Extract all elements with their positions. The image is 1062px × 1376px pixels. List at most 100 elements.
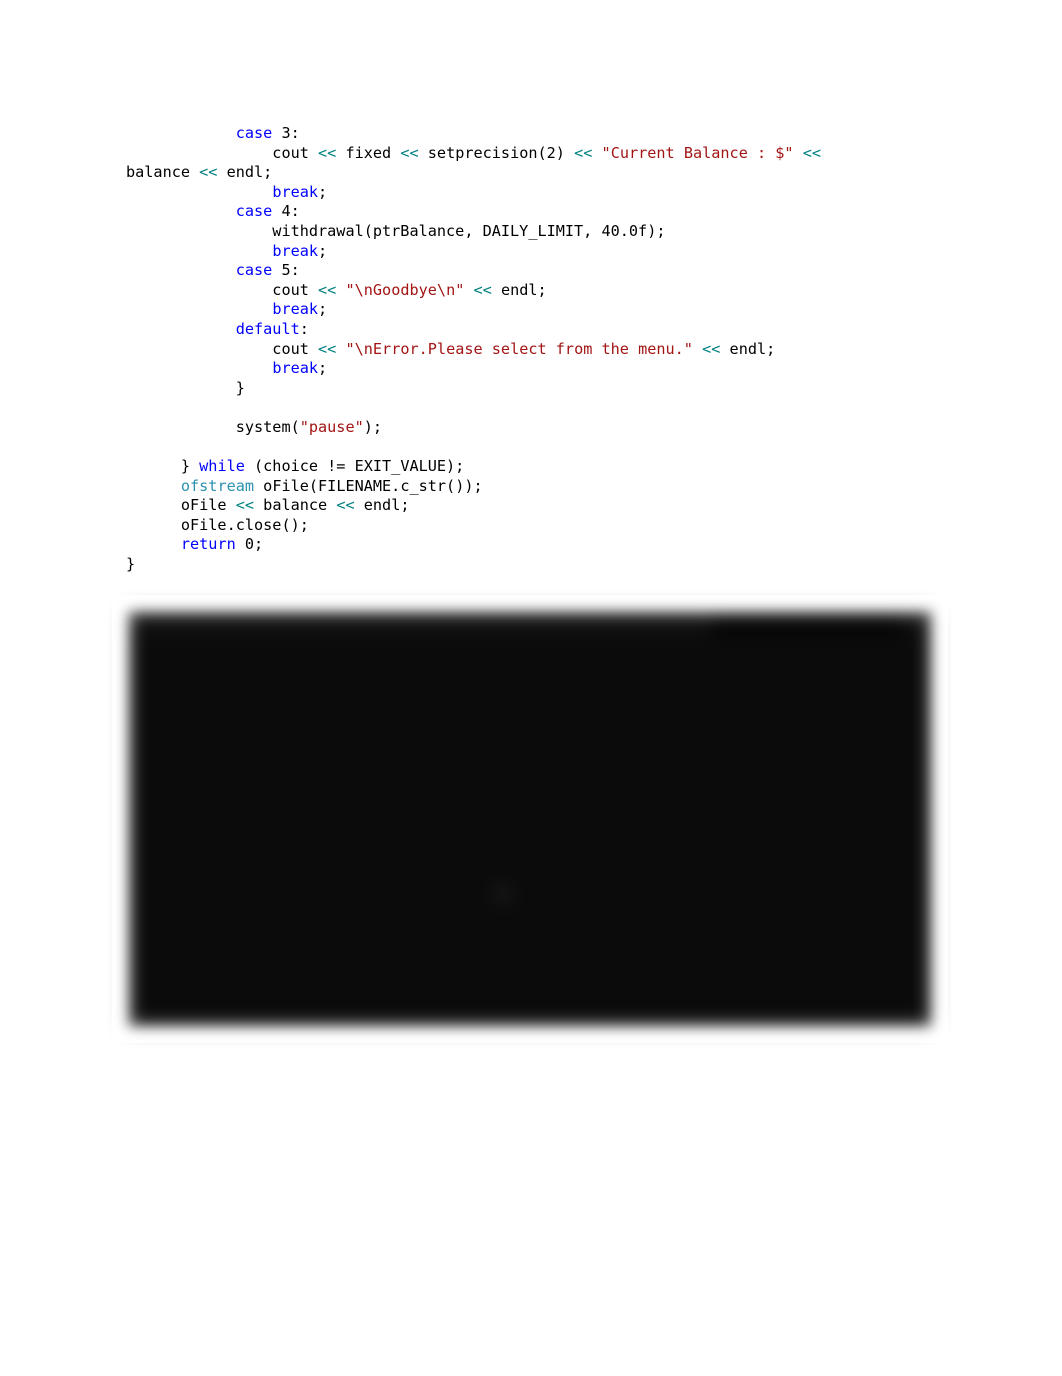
code-token-plain: withdrawal(ptrBalance, DAILY_LIMIT, 40.0… xyxy=(126,221,666,240)
code-token-plain: fixed xyxy=(336,143,401,162)
code-token-kw: break xyxy=(272,241,319,260)
code-token-plain: 5: xyxy=(272,261,300,280)
code-token-plain: ; xyxy=(318,359,328,378)
code-token-op: << xyxy=(318,339,337,358)
code-token-kw: break xyxy=(272,359,319,378)
code-token-plain: endl; xyxy=(354,496,410,515)
code-token-op: << xyxy=(336,496,355,515)
code-token-op: << xyxy=(318,280,337,299)
code-token-plain: system( xyxy=(126,417,300,436)
code-line: cout << "\nGoodbye\n" << endl; xyxy=(126,281,946,301)
code-token-plain: endl; xyxy=(491,280,547,299)
code-token-plain: balance xyxy=(254,496,337,515)
code-token-plain: 4: xyxy=(272,202,300,221)
code-token-plain: ; xyxy=(318,241,328,260)
console-screenshot xyxy=(122,605,938,1033)
code-token-op: << xyxy=(199,163,218,182)
code-token-op: << xyxy=(400,143,419,162)
code-token-op: << xyxy=(802,143,822,162)
code-token-op: << xyxy=(574,143,593,162)
code-line: break; xyxy=(126,183,946,203)
code-line: ofstream oFile(FILENAME.c_str()); xyxy=(126,477,946,497)
code-line: cout << fixed << setprecision(2) << "Cur… xyxy=(126,144,946,164)
code-token-kw: break xyxy=(272,182,319,201)
code-line: case 4: xyxy=(126,202,946,222)
console-titlebar xyxy=(128,611,932,635)
console-output-area xyxy=(128,635,932,1027)
code-token-str: "Current Balance : $" xyxy=(601,143,794,162)
code-token-plain: 3: xyxy=(272,124,300,142)
code-line: return 0; xyxy=(126,535,946,555)
code-token-plain: ); xyxy=(363,417,383,436)
code-token-plain: oFile.close(); xyxy=(126,515,309,534)
code-token-str: "\nError.Please select from the menu." xyxy=(345,339,693,358)
code-line: } xyxy=(126,379,946,399)
code-line: balance << endl; xyxy=(126,163,946,183)
code-line: } xyxy=(126,555,946,575)
code-token-op: << xyxy=(473,280,492,299)
console-window xyxy=(128,611,932,1027)
console-caret xyxy=(498,886,508,902)
code-line: break; xyxy=(126,242,946,262)
console-titlebar-gap xyxy=(713,611,903,635)
code-line: withdrawal(ptrBalance, DAILY_LIMIT, 40.0… xyxy=(126,222,946,242)
code-line: default: xyxy=(126,320,946,340)
code-token-str: "pause" xyxy=(299,417,364,436)
code-token-plain: ; xyxy=(318,182,328,201)
code-token-plain: } xyxy=(126,555,136,574)
code-token-kw: break xyxy=(272,300,319,319)
code-token-plain: endl; xyxy=(217,163,273,182)
code-token-kw: while xyxy=(199,457,245,476)
code-token-kw: case xyxy=(235,124,273,142)
code-token-plain: endl; xyxy=(720,339,776,358)
code-token-kw: case xyxy=(235,261,273,280)
console-blur-layer xyxy=(122,605,938,1033)
code-token-kw: default xyxy=(235,319,300,338)
code-token-plain: 0; xyxy=(235,535,264,554)
code-token-plain: cout xyxy=(126,280,319,299)
code-token-type: ofstream xyxy=(180,476,255,495)
code-line: oFile.close(); xyxy=(126,516,946,536)
code-line: break; xyxy=(126,359,946,379)
code-line: case 3: xyxy=(126,124,946,144)
code-line: oFile << balance << endl; xyxy=(126,496,946,516)
code-token-plain: } xyxy=(126,378,245,397)
code-token-op: << xyxy=(318,143,337,162)
code-token-plain: ; xyxy=(318,300,328,319)
code-line: cout << "\nError.Please select from the … xyxy=(126,340,946,360)
code-token-plain: : xyxy=(299,319,309,338)
code-line: system("pause"); xyxy=(126,418,946,438)
code-token-kw: case xyxy=(235,202,273,221)
code-token-plain: oFile xyxy=(126,496,236,515)
code-line: } while (choice != EXIT_VALUE); xyxy=(126,457,946,477)
code-token-plain: } xyxy=(126,457,200,476)
code-token-plain: cout xyxy=(126,143,319,162)
code-token-op: << xyxy=(702,339,721,358)
code-token-plain: balance xyxy=(126,163,200,182)
code-token-plain: cout xyxy=(126,339,319,358)
